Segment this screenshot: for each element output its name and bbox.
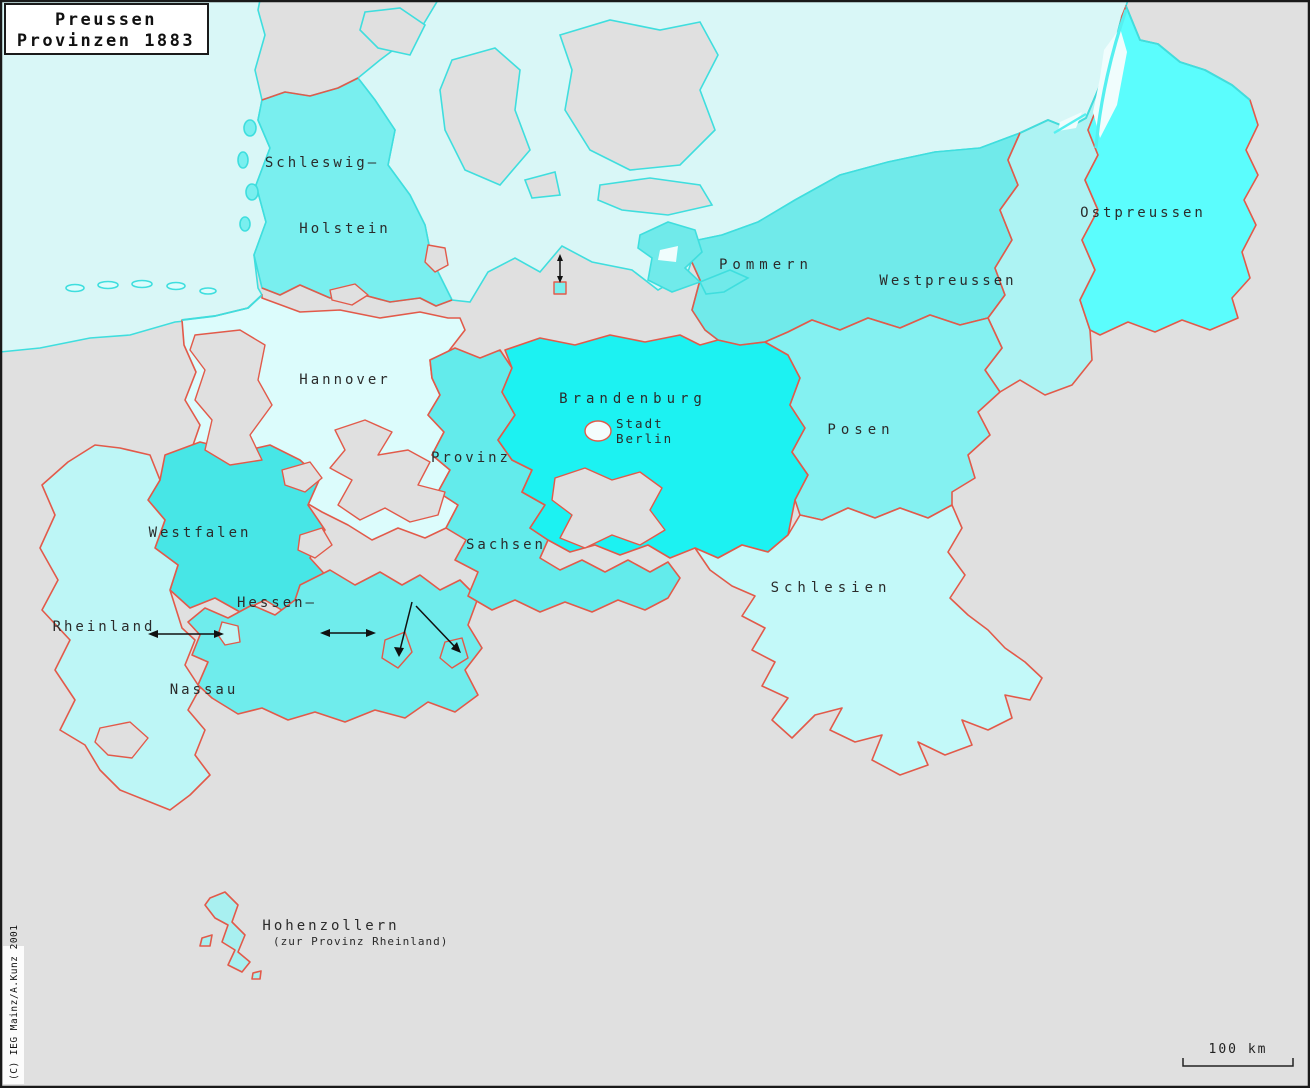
prussia-provinces-map: Schleswig— Holstein Hannover Westfalen R…	[0, 0, 1310, 1088]
label-posen: Posen	[827, 422, 894, 438]
label-brandenburg: Brandenburg	[559, 391, 707, 407]
label-hohenzollern-note: (zur Provinz Rheinland)	[273, 935, 448, 948]
label-schleswig: Schleswig—	[265, 155, 379, 171]
label-hannover: Hannover	[299, 372, 390, 388]
copyright-text: (C) IEG Mainz/A.Kunz 2001	[9, 925, 20, 1081]
label-ostpreussen: Ostpreussen	[1080, 205, 1206, 221]
label-pommern: Pommern	[719, 257, 813, 273]
label-rheinland: Rheinland	[53, 619, 156, 635]
title-box: Preussen Provinzen 1883	[4, 3, 209, 55]
label-schlesien: Schlesien	[771, 580, 892, 596]
label-sachsen: Sachsen	[466, 537, 546, 553]
scale-bar-label: 100 km	[1209, 1042, 1268, 1057]
exclave-mecklenburg-dot	[553, 281, 567, 295]
map-canvas: Schleswig— Holstein Hannover Westfalen R…	[0, 0, 1310, 1088]
label-hessen: Hessen—	[237, 595, 317, 611]
label-berlin: Berlin	[616, 431, 673, 446]
label-holstein: Holstein	[299, 221, 390, 237]
copyright: (C) IEG Mainz/A.Kunz 2001	[3, 925, 24, 1084]
label-nassau: Nassau	[170, 682, 239, 698]
stadt-berlin-area	[584, 420, 612, 442]
label-westpreussen: Westpreussen	[879, 273, 1016, 289]
label-westfalen: Westfalen	[149, 525, 252, 541]
map-title-line1: Preussen	[55, 10, 157, 30]
enclave-anhalt	[551, 467, 666, 549]
label-hohenzollern: Hohenzollern	[262, 918, 399, 934]
label-provinz: Provinz	[431, 450, 511, 466]
map-title-line2: Provinzen 1883	[17, 31, 195, 51]
label-stadt: Stadt	[616, 416, 664, 431]
